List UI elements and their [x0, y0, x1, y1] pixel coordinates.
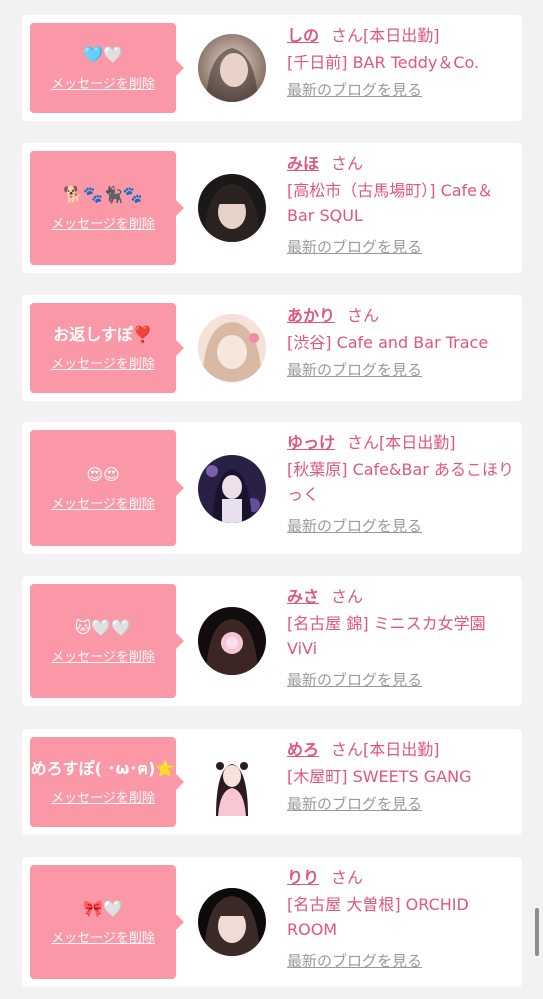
cast-name-link[interactable]: みさ	[287, 587, 319, 606]
avatar[interactable]	[198, 34, 266, 102]
favorite-card: めろすぽ( ･ω･ฅ)⭐️ メッセージを削除 めろ さん[本日出勤] [木屋町] …	[22, 729, 522, 835]
attendance-status: [本日出勤]	[363, 740, 440, 759]
message-text: お返しすぽ❣️	[53, 324, 153, 344]
avatar[interactable]	[198, 455, 266, 523]
honorific: さん	[331, 26, 364, 45]
cast-name-link[interactable]: みほ	[287, 154, 319, 173]
message-text: 😍😍	[86, 464, 120, 484]
shop-name: [秋葉原] Cafe&Bar あるこほりっく	[287, 460, 514, 504]
favorite-card: 😍😍 メッセージを削除 ゆっけ さん[本日出勤] [秋葉原] Cafe&Bar あ…	[22, 422, 522, 554]
cast-name-link[interactable]: りり	[287, 868, 319, 887]
avatar[interactable]	[198, 314, 266, 382]
message-text: 🩵🤍	[83, 44, 123, 64]
delete-message-link[interactable]: メッセージを削除	[51, 213, 155, 232]
honorific: さん	[347, 306, 380, 325]
cast-name-link[interactable]: めろ	[287, 740, 319, 759]
avatar-photo	[198, 34, 266, 102]
cast-name-link[interactable]: ゆっけ	[287, 433, 335, 452]
cast-info: ゆっけ さん[本日出勤] [秋葉原] Cafe&Bar あるこほりっく 最新のブロ…	[287, 432, 515, 536]
favorite-card: 🎀🤍 メッセージを削除 りり さん [名古屋 大曽根] ORCHID ROOM 最…	[22, 857, 522, 987]
shop-name: [高松市（古馬場町）] Cafe＆Bar SQUL	[287, 181, 494, 225]
cast-name-link[interactable]: あかり	[287, 306, 335, 325]
honorific: さん	[331, 587, 364, 606]
honorific: さん	[331, 154, 364, 173]
favorite-card: お返しすぽ❣️ メッセージを削除 あかり さん [渋谷] Cafe and Bar…	[22, 295, 522, 401]
delete-message-link[interactable]: メッセージを削除	[51, 73, 155, 92]
latest-blog-link[interactable]: 最新のブログを見る	[287, 359, 422, 380]
delete-message-link[interactable]: メッセージを削除	[51, 787, 155, 806]
latest-blog-link[interactable]: 最新のブログを見る	[287, 669, 422, 690]
avatar[interactable]	[198, 888, 266, 956]
message-bubble: 🐕🐾🐈‍⬛🐾 メッセージを削除	[30, 151, 184, 265]
message-text: 🐕🐾🐈‍⬛🐾	[63, 184, 143, 204]
avatar-photo	[198, 455, 266, 523]
message-bubble: 🐱🤍🤍 メッセージを削除	[30, 584, 184, 698]
delete-message-link[interactable]: メッセージを削除	[51, 493, 155, 512]
avatar-photo	[198, 888, 266, 956]
delete-message-link[interactable]: メッセージを削除	[51, 646, 155, 665]
honorific: さん	[331, 740, 364, 759]
honorific: さん	[347, 433, 380, 452]
cast-info: あかり さん [渋谷] Cafe and Bar Trace 最新のブログを見る	[287, 305, 515, 380]
latest-blog-link[interactable]: 最新のブログを見る	[287, 236, 422, 257]
shop-name: [名古屋 錦] ミニスカ女学園ViVi	[287, 614, 486, 658]
favorite-card: 🐱🤍🤍 メッセージを削除 みさ さん [名古屋 錦] ミニスカ女学園ViVi 最新…	[22, 576, 522, 706]
avatar[interactable]	[198, 748, 266, 816]
cast-info: しの さん[本日出勤] [千日前] BAR Teddy＆Co. 最新のブログを見る	[287, 25, 515, 100]
message-bubble: 😍😍 メッセージを削除	[30, 430, 184, 546]
avatar-photo	[198, 314, 266, 382]
message-text: 🎀🤍	[83, 898, 123, 918]
cast-info: りり さん [名古屋 大曽根] ORCHID ROOM 最新のブログを見る	[287, 867, 515, 971]
attendance-status: [本日出勤]	[379, 433, 456, 452]
message-bubble: 🎀🤍 メッセージを削除	[30, 865, 184, 979]
favorite-card: 🩵🤍 メッセージを削除 しの さん[本日出勤] [千日前] BAR Teddy＆C…	[22, 15, 522, 121]
message-bubble: めろすぽ( ･ω･ฅ)⭐️ メッセージを削除	[30, 737, 184, 827]
shop-name: [木屋町] SWEETS GANG	[287, 767, 472, 786]
attendance-status: [本日出勤]	[363, 26, 440, 45]
message-bubble: 🩵🤍 メッセージを削除	[30, 23, 184, 113]
avatar-photo	[198, 174, 266, 242]
cast-info: みさ さん [名古屋 錦] ミニスカ女学園ViVi 最新のブログを見る	[287, 586, 515, 690]
message-text: めろすぽ( ･ω･ฅ)⭐️	[30, 758, 176, 778]
latest-blog-link[interactable]: 最新のブログを見る	[287, 793, 422, 814]
avatar-photo	[198, 607, 266, 675]
shop-name: [渋谷] Cafe and Bar Trace	[287, 333, 489, 352]
cast-name-link[interactable]: しの	[287, 26, 319, 45]
message-bubble: お返しすぽ❣️ メッセージを削除	[30, 303, 184, 393]
latest-blog-link[interactable]: 最新のブログを見る	[287, 515, 422, 536]
cast-info: めろ さん[本日出勤] [木屋町] SWEETS GANG 最新のブログを見る	[287, 739, 515, 814]
delete-message-link[interactable]: メッセージを削除	[51, 927, 155, 946]
scrollbar-thumb[interactable]	[535, 908, 539, 956]
latest-blog-link[interactable]: 最新のブログを見る	[287, 950, 422, 971]
cast-info: みほ さん [高松市（古馬場町）] Cafe＆Bar SQUL 最新のブログを見る	[287, 153, 515, 257]
shop-name: [千日前] BAR Teddy＆Co.	[287, 53, 480, 72]
delete-message-link[interactable]: メッセージを削除	[51, 353, 155, 372]
avatar[interactable]	[198, 607, 266, 675]
favorite-card: 🐕🐾🐈‍⬛🐾 メッセージを削除 みほ さん [高松市（古馬場町）] Cafe＆Ba…	[22, 143, 522, 273]
latest-blog-link[interactable]: 最新のブログを見る	[287, 79, 422, 100]
message-text: 🐱🤍🤍	[74, 617, 132, 637]
avatar-photo	[198, 748, 266, 816]
avatar[interactable]	[198, 174, 266, 242]
honorific: さん	[331, 868, 364, 887]
shop-name: [名古屋 大曽根] ORCHID ROOM	[287, 895, 469, 939]
